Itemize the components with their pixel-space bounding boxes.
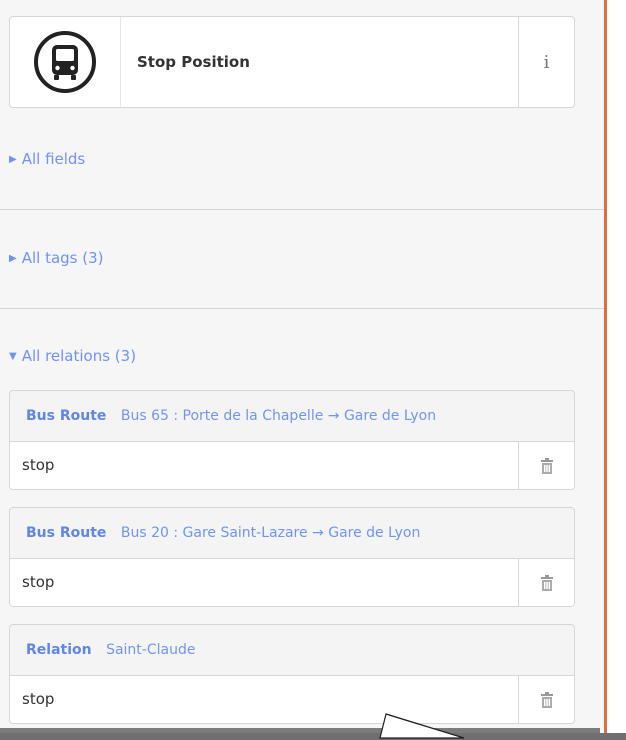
relation-item: Bus Route Bus 65 : Porte de la Chapelle … (9, 390, 575, 490)
role-input[interactable]: stop (22, 676, 54, 723)
relation-type: Bus Route (26, 525, 107, 541)
preset-name: Stop Position (137, 53, 250, 71)
footer-bar (0, 733, 626, 740)
bus-icon (34, 31, 96, 93)
trash-icon (540, 574, 553, 591)
relation-type: Bus Route (26, 408, 107, 424)
toggle-all-fields-label: All fields (21, 150, 86, 168)
trash-icon (540, 457, 553, 474)
relation-item: Relation Saint-Claude stop (9, 624, 575, 724)
toggle-all-tags[interactable]: ▶ All tags (3) (9, 249, 104, 267)
preset-icon-box (10, 17, 121, 107)
info-button[interactable]: i (518, 17, 574, 107)
delete-membership-button[interactable] (518, 442, 574, 489)
divider (0, 308, 604, 309)
triangle-right-icon: ▶ (9, 252, 17, 264)
relation-link[interactable]: Bus Route Bus 20 : Gare Saint-Lazare → G… (10, 508, 574, 558)
delete-membership-button[interactable] (518, 676, 574, 723)
role-input[interactable]: stop (22, 559, 54, 606)
relation-link[interactable]: Bus Route Bus 65 : Porte de la Chapelle … (10, 391, 574, 441)
relation-name: Saint-Claude (106, 642, 196, 658)
map-area-edge (607, 0, 626, 740)
mouse-cursor-icon (379, 713, 465, 739)
relation-role-row: stop (10, 441, 574, 489)
preset-card[interactable]: Stop Position i (9, 16, 575, 108)
toggle-all-relations[interactable]: ▼ All relations (3) (9, 347, 136, 365)
triangle-right-icon: ▶ (9, 153, 17, 165)
divider (0, 209, 604, 210)
triangle-down-icon: ▼ (9, 350, 17, 362)
inspector-panel: Stop Position i ▶ All fields ▶ All tags … (0, 0, 604, 740)
relation-item: Bus Route Bus 20 : Gare Saint-Lazare → G… (9, 507, 575, 607)
toggle-all-relations-label: All relations (3) (21, 347, 137, 365)
toggle-all-tags-label: All tags (3) (21, 249, 104, 267)
relation-type: Relation (26, 642, 92, 658)
relation-name: Bus 20 : Gare Saint-Lazare → Gare de Lyo… (120, 525, 421, 541)
trash-icon (540, 691, 553, 708)
relation-role-row: stop (10, 675, 574, 723)
role-input[interactable]: stop (22, 442, 54, 489)
relation-role-row: stop (10, 558, 574, 606)
toggle-all-fields[interactable]: ▶ All fields (9, 150, 85, 168)
relation-name: Bus 65 : Porte de la Chapelle → Gare de … (120, 408, 437, 424)
relation-link[interactable]: Relation Saint-Claude (10, 625, 574, 675)
delete-membership-button[interactable] (518, 559, 574, 606)
